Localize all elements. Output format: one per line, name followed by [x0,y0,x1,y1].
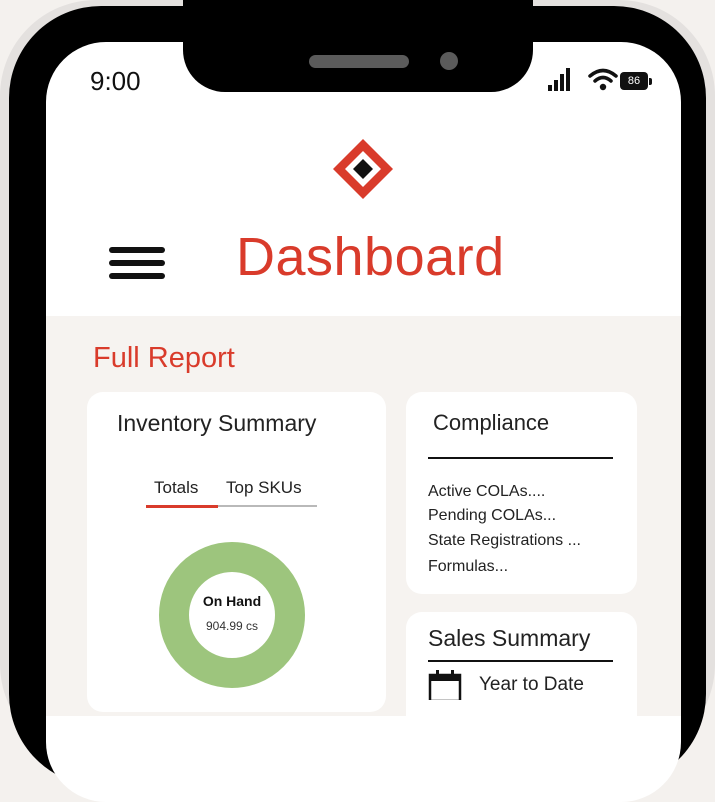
speaker [309,55,409,68]
menu-icon[interactable] [109,247,167,281]
full-report-link[interactable]: Full Report [93,342,235,375]
compliance-title: Compliance [433,410,550,435]
page-title: Dashboard [236,227,505,287]
tab-inactive-underline [218,505,317,507]
phone-notch [183,0,533,92]
calendar-icon [428,670,462,700]
battery-tip [649,78,652,85]
inventory-summary-title: Inventory Summary [117,410,317,436]
tab-totals[interactable]: Totals [154,478,198,498]
sales-divider [428,660,613,662]
donut-value: 904.99 cs [205,619,259,633]
compliance-item-formulas[interactable]: Formulas... [428,558,508,576]
sales-summary-title: Sales Summary [428,625,591,651]
donut-label: On Hand [202,593,262,609]
compliance-item-state-registrations[interactable]: State Registrations ... [428,532,581,550]
tab-top-skus[interactable]: Top SKUs [226,478,302,498]
front-camera [440,52,458,70]
tab-active-indicator [146,505,218,508]
compliance-item-active-colas[interactable]: Active COLAs.... [428,483,545,501]
signal-icon [548,68,570,91]
battery-icon: 86 [620,72,648,90]
status-time: 9:00 [90,66,141,96]
brand-logo [333,139,393,199]
compliance-item-pending-colas[interactable]: Pending COLAs... [428,507,556,525]
compliance-divider [428,457,613,459]
wifi-icon [588,68,618,91]
